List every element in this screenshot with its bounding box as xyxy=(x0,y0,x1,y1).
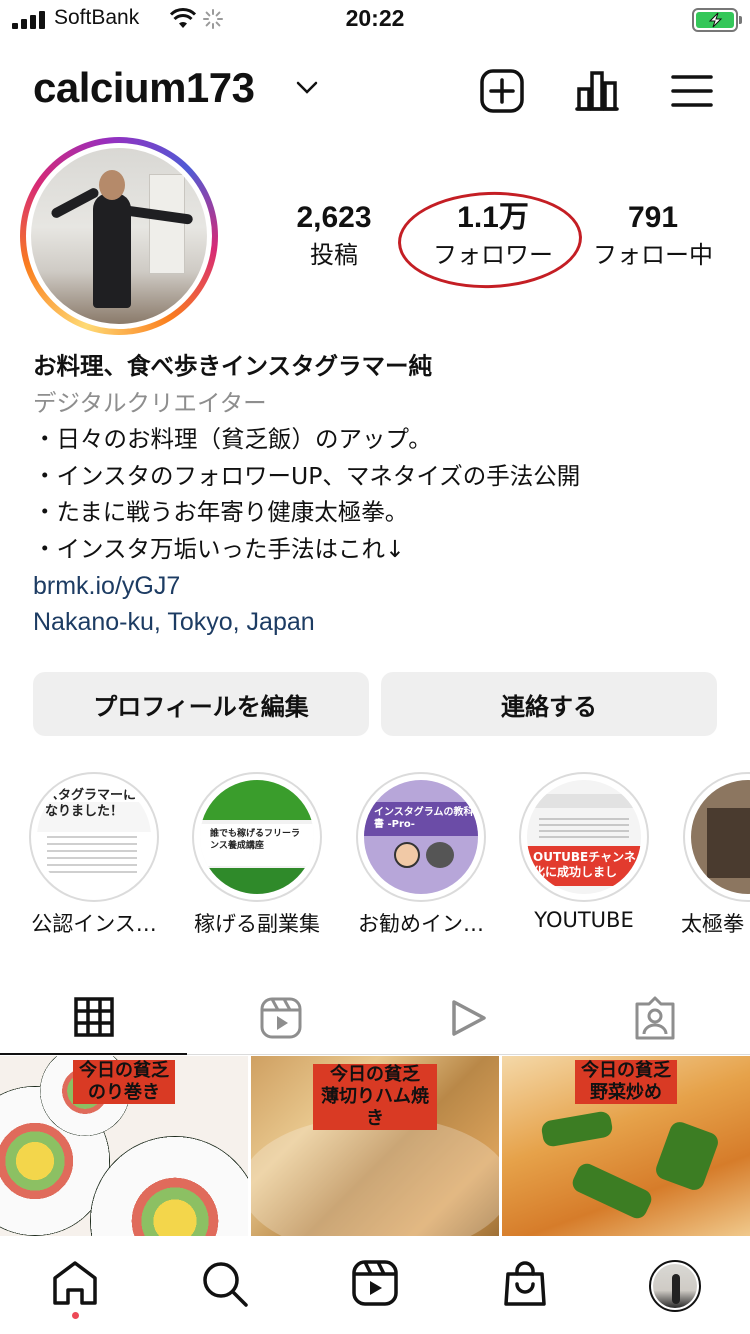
shop-icon xyxy=(503,1260,547,1312)
grid-icon xyxy=(73,997,114,1041)
highlight-item[interactable]: 太極拳 xyxy=(681,772,750,936)
nav-profile[interactable] xyxy=(600,1236,750,1334)
highlight-label: 稼げる副業集 xyxy=(194,912,320,936)
post-title: 今日の貧乏 のり巻き xyxy=(73,1060,175,1104)
highlight-thumb-text: 誰でも稼げるフリーランス養成講座 xyxy=(210,829,301,851)
posts-label: 投稿 xyxy=(310,241,358,269)
following-count[interactable]: 791 フォロー中 xyxy=(578,200,728,272)
menu-icon[interactable] xyxy=(668,67,716,115)
reels-icon xyxy=(260,997,302,1043)
new-post-icon[interactable] xyxy=(478,67,526,115)
post-grid: 今日の貧乏 のり巻き 今日の貧乏 薄切りハム焼き 今日の貧乏 野菜炒め xyxy=(0,1056,750,1236)
notification-dot xyxy=(72,1312,79,1319)
highlight-item[interactable]: OUTUBEチャンネ 化に成功しまし YOUTUBE xyxy=(519,772,649,932)
display-name: お料理、食べ歩きインスタグラマー純 xyxy=(33,352,433,380)
profile-tabs xyxy=(0,985,750,1055)
category-label: デジタルクリエイター xyxy=(33,388,267,417)
edit-profile-button[interactable]: プロフィールを編集 xyxy=(33,672,369,736)
nav-home[interactable] xyxy=(0,1236,150,1334)
status-time: 20:22 xyxy=(345,5,405,31)
battery-icon xyxy=(692,8,742,32)
highlight-item[interactable]: スタグラマーになりました！ 公認インス… xyxy=(29,772,159,936)
contact-button[interactable]: 連絡する xyxy=(381,672,717,736)
profile-avatar[interactable] xyxy=(20,137,218,335)
highlight-item[interactable]: インスタグラムの教科書 -Pro- お勧めイン… xyxy=(356,772,486,936)
status-bar: SoftBank 20:22 xyxy=(0,0,750,40)
tab-videos[interactable] xyxy=(374,985,561,1055)
highlight-thumb-text: インスタグラムの教科書 -Pro- xyxy=(374,807,474,830)
video-icon xyxy=(448,998,488,1042)
bio-line: ・インスタのフォロワーUP、マネタイズの手法公開 xyxy=(33,461,581,490)
tagged-icon xyxy=(633,996,677,1044)
nav-shop[interactable] xyxy=(450,1236,600,1334)
profile-bio: お料理、食べ歩きインスタグラマー純 デジタルクリエイター ・日々のお料理（貧乏飯… xyxy=(33,348,733,641)
post-thumbnail[interactable]: 今日の貧乏 薄切りハム焼き xyxy=(251,1056,499,1236)
highlight-thumb-text: スタグラマーになりました！ xyxy=(45,788,137,819)
bio-line: ・インスタ万垢いった手法はこれ↓ xyxy=(33,534,405,563)
bio-line: ・日々のお料理（貧乏飯）のアップ。 xyxy=(33,425,432,454)
highlight-label: YOUTUBE xyxy=(534,908,634,932)
posts-count[interactable]: 2,623 投稿 xyxy=(259,200,409,272)
nav-search[interactable] xyxy=(150,1236,300,1334)
profile-header: calcium173 xyxy=(0,60,750,122)
highlight-label: 太極拳 xyxy=(681,912,744,936)
posts-value: 2,623 xyxy=(296,201,372,234)
bottom-navigation xyxy=(0,1236,750,1334)
account-switcher[interactable]: calcium173 xyxy=(33,64,255,112)
bio-line: ・たまに戦うお年寄り健康太極拳。 xyxy=(33,498,409,527)
insights-icon[interactable] xyxy=(573,67,621,115)
post-thumbnail[interactable]: 今日の貧乏 のり巻き xyxy=(0,1056,248,1236)
highlight-thumb-text: OUTUBEチャンネ 化に成功しまし xyxy=(533,850,636,879)
post-title: 今日の貧乏 野菜炒め xyxy=(575,1060,677,1104)
tab-posts-grid[interactable] xyxy=(0,985,187,1055)
highlight-label: お勧めイン… xyxy=(358,912,484,936)
tab-reels[interactable] xyxy=(187,985,374,1055)
highlight-label: 公認インス… xyxy=(31,912,157,936)
tab-tagged[interactable] xyxy=(561,985,748,1055)
bio-link[interactable]: brmk.io/yGJ7 xyxy=(33,568,733,605)
post-thumbnail[interactable]: 今日の貧乏 野菜炒め xyxy=(502,1056,750,1236)
profile-avatar xyxy=(649,1260,701,1312)
search-icon xyxy=(201,1260,249,1312)
reels-icon xyxy=(352,1260,398,1310)
home-icon xyxy=(51,1260,99,1310)
nav-reels[interactable] xyxy=(300,1236,450,1334)
location-link[interactable]: Nakano-ku, Tokyo, Japan xyxy=(33,604,733,641)
chevron-down-icon[interactable] xyxy=(296,80,318,99)
post-title: 今日の貧乏 薄切りハム焼き xyxy=(313,1064,437,1130)
following-label: フォロー中 xyxy=(593,241,713,269)
highlight-item[interactable]: 誰でも稼げるフリーランス養成講座 稼げる副業集 xyxy=(192,772,322,936)
following-value: 791 xyxy=(627,201,679,234)
